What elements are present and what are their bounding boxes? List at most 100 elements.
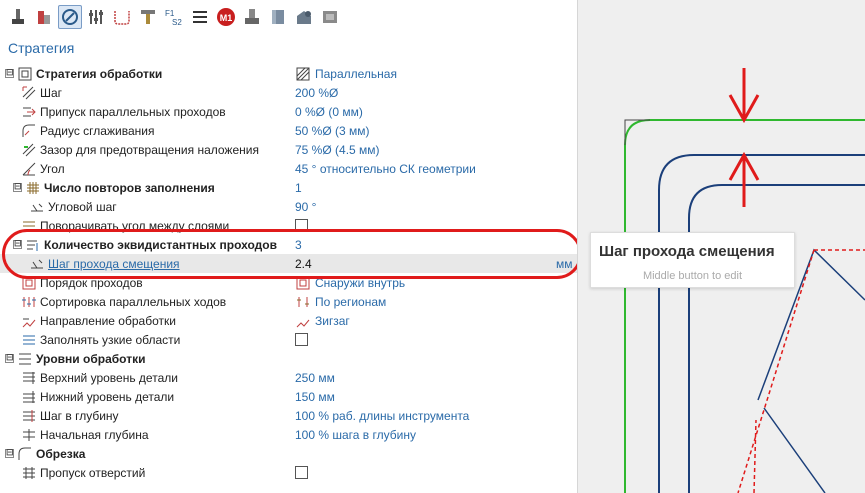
property-row-fill-repeats[interactable]: ⊟ Число повторов заполнения 1 [0, 178, 577, 197]
macro-icon[interactable]: M1 [214, 5, 238, 29]
property-row-trimming[interactable]: ⊟ Обрезка [0, 444, 577, 463]
property-row-angle[interactable]: Угол 45 ° относительно СК геометрии [0, 159, 577, 178]
links-icon[interactable] [110, 5, 134, 29]
property-row-strategy[interactable]: ⊟ Стратегия обработки Параллельная [0, 64, 577, 83]
property-row-sorting[interactable]: Сортировка параллельных ходов По региона… [0, 292, 577, 311]
strategy-icon[interactable] [58, 5, 82, 29]
property-grid: ⊟ Стратегия обработки Параллельная Шаг 2… [0, 64, 577, 482]
toolbar: F1 S2 M1 [0, 0, 577, 34]
tooltip: Шаг прохода смещения Middle button to ed… [590, 232, 795, 288]
property-row-depth-step[interactable]: Шаг в глубину 100 % раб. длины инструмен… [0, 406, 577, 425]
collapse-toggle[interactable]: ⊟ [5, 69, 14, 78]
property-value[interactable]: 45 ° относительно СК геометрии [295, 162, 476, 176]
property-label: Уровни обработки [36, 351, 146, 366]
property-label: Верхний уровень детали [40, 370, 178, 385]
stock-icon[interactable] [32, 5, 56, 29]
property-value[interactable]: 0 %Ø (0 мм) [295, 105, 363, 119]
property-value[interactable]: 50 %Ø (3 мм) [295, 124, 370, 138]
settings-icon[interactable] [318, 5, 342, 29]
outside-in-icon [296, 276, 310, 289]
feeds-icon[interactable] [84, 5, 108, 29]
property-row-start-depth[interactable]: Начальная глубина 100 % шага в глубину [0, 425, 577, 444]
operations-icon[interactable]: F1 S2 [162, 5, 186, 29]
svg-text:M1: M1 [220, 13, 233, 23]
angular-step-icon [31, 203, 43, 211]
property-label: Стратегия обработки [36, 66, 163, 81]
allowance-icon [23, 107, 36, 116]
property-value[interactable]: По регионам [315, 295, 386, 309]
simulation-icon[interactable] [240, 5, 264, 29]
offset-step-input[interactable]: 2.4 [295, 257, 312, 271]
property-value[interactable]: 250 мм [295, 371, 335, 385]
dimension-arrow-bottom [728, 151, 760, 207]
collapse-toggle[interactable]: ⊟ [5, 449, 14, 458]
property-value[interactable]: Снаружи внутрь [315, 276, 405, 290]
property-row-overlap-gap[interactable]: Зазор для предотвращения наложения 75 %Ø… [0, 140, 577, 159]
pass-order-icon [22, 276, 36, 289]
property-label: Число повторов заполнения [44, 180, 215, 195]
property-value[interactable]: 100 % раб. длины инструмента [295, 409, 469, 423]
property-row-skip-holes[interactable]: Пропуск отверстий [0, 463, 577, 482]
property-row-angular-step[interactable]: Угловой шаг 90 ° [0, 197, 577, 216]
property-label: Начальная глубина [40, 427, 149, 442]
collapse-toggle[interactable]: ⊟ [13, 240, 22, 249]
tooltip-title: Шаг прохода смещения [599, 243, 775, 260]
list-icon[interactable] [188, 5, 212, 29]
property-label: Шаг в глубину [40, 408, 119, 423]
property-row-levels[interactable]: ⊟ Уровни обработки [0, 349, 577, 368]
model-icon[interactable] [266, 5, 290, 29]
grid-fill-icon [27, 181, 39, 194]
property-row-fill-narrow[interactable]: Заполнять узкие области [0, 330, 577, 349]
direction-icon [22, 318, 36, 327]
tool-icon[interactable] [6, 5, 30, 29]
property-value[interactable]: 200 %Ø [295, 86, 338, 100]
sorting-icon [22, 296, 36, 307]
parallel-pattern-icon [296, 67, 310, 80]
unit-label: мм [556, 256, 573, 271]
overlap-gap-icon [22, 143, 36, 156]
property-row-offset-step[interactable]: Шаг прохода смещения 2.4 мм [0, 254, 577, 273]
property-value[interactable]: 100 % шага в глубину [295, 428, 416, 442]
property-row-allowance[interactable]: Припуск параллельных проходов 0 %Ø (0 мм… [0, 102, 577, 121]
offset-passes-icon [27, 240, 38, 251]
collapse-toggle[interactable]: ⊟ [13, 183, 22, 192]
property-label: Нижний уровень детали [40, 389, 175, 404]
property-value[interactable]: 3 [295, 238, 302, 252]
property-label: Угол [40, 161, 65, 176]
collapse-toggle[interactable]: ⊟ [5, 354, 14, 363]
tooltip-hint: Middle button to edit [642, 270, 743, 282]
property-label: Направление обработки [40, 313, 176, 328]
fill-narrow-checkbox[interactable] [295, 333, 308, 346]
property-value[interactable]: 1 [295, 181, 302, 195]
rotate-angle-checkbox[interactable] [295, 219, 308, 232]
transform-icon[interactable] [292, 5, 316, 29]
fill-narrow-icon [23, 335, 35, 344]
property-row-top-level[interactable]: Верхний уровень детали 250 мм [0, 368, 577, 387]
holder-icon[interactable] [136, 5, 160, 29]
property-row-step[interactable]: Шаг 200 %Ø [0, 83, 577, 102]
property-row-smoothing-radius[interactable]: Радиус сглаживания 50 %Ø (3 мм) [0, 121, 577, 140]
property-label-link[interactable]: Шаг прохода смещения [48, 257, 180, 271]
property-value[interactable]: Зигзаг [315, 314, 350, 328]
property-label: Припуск параллельных проходов [40, 104, 226, 119]
top-level-icon [23, 371, 35, 384]
property-value[interactable]: Параллельная [315, 67, 397, 81]
trimming-icon [18, 447, 31, 460]
property-row-direction[interactable]: Направление обработки Зигзаг [0, 311, 577, 330]
property-value[interactable]: 90 ° [295, 200, 316, 214]
by-regions-icon [297, 296, 309, 307]
property-row-rotate-angle[interactable]: Поворачивать угол между слоями [0, 216, 577, 235]
property-value[interactable]: 75 %Ø (4.5 мм) [295, 143, 380, 157]
offset-step-icon [31, 259, 43, 268]
property-row-offset-passes[interactable]: ⊟ Количество эквидистантных проходов 3 [0, 235, 577, 254]
property-row-pass-order[interactable]: Порядок проходов Снаружи внутрь [0, 273, 577, 292]
start-depth-icon [23, 428, 35, 441]
zigzag-icon [296, 319, 310, 327]
svg-text:S2: S2 [172, 18, 182, 27]
property-value[interactable]: 150 мм [295, 390, 335, 404]
property-label: Заполнять узкие области [40, 332, 181, 347]
property-label: Шаг [40, 85, 63, 100]
property-row-bottom-level[interactable]: Нижний уровень детали 150 мм [0, 387, 577, 406]
levels-icon [19, 353, 31, 364]
skip-holes-checkbox[interactable] [295, 466, 308, 479]
